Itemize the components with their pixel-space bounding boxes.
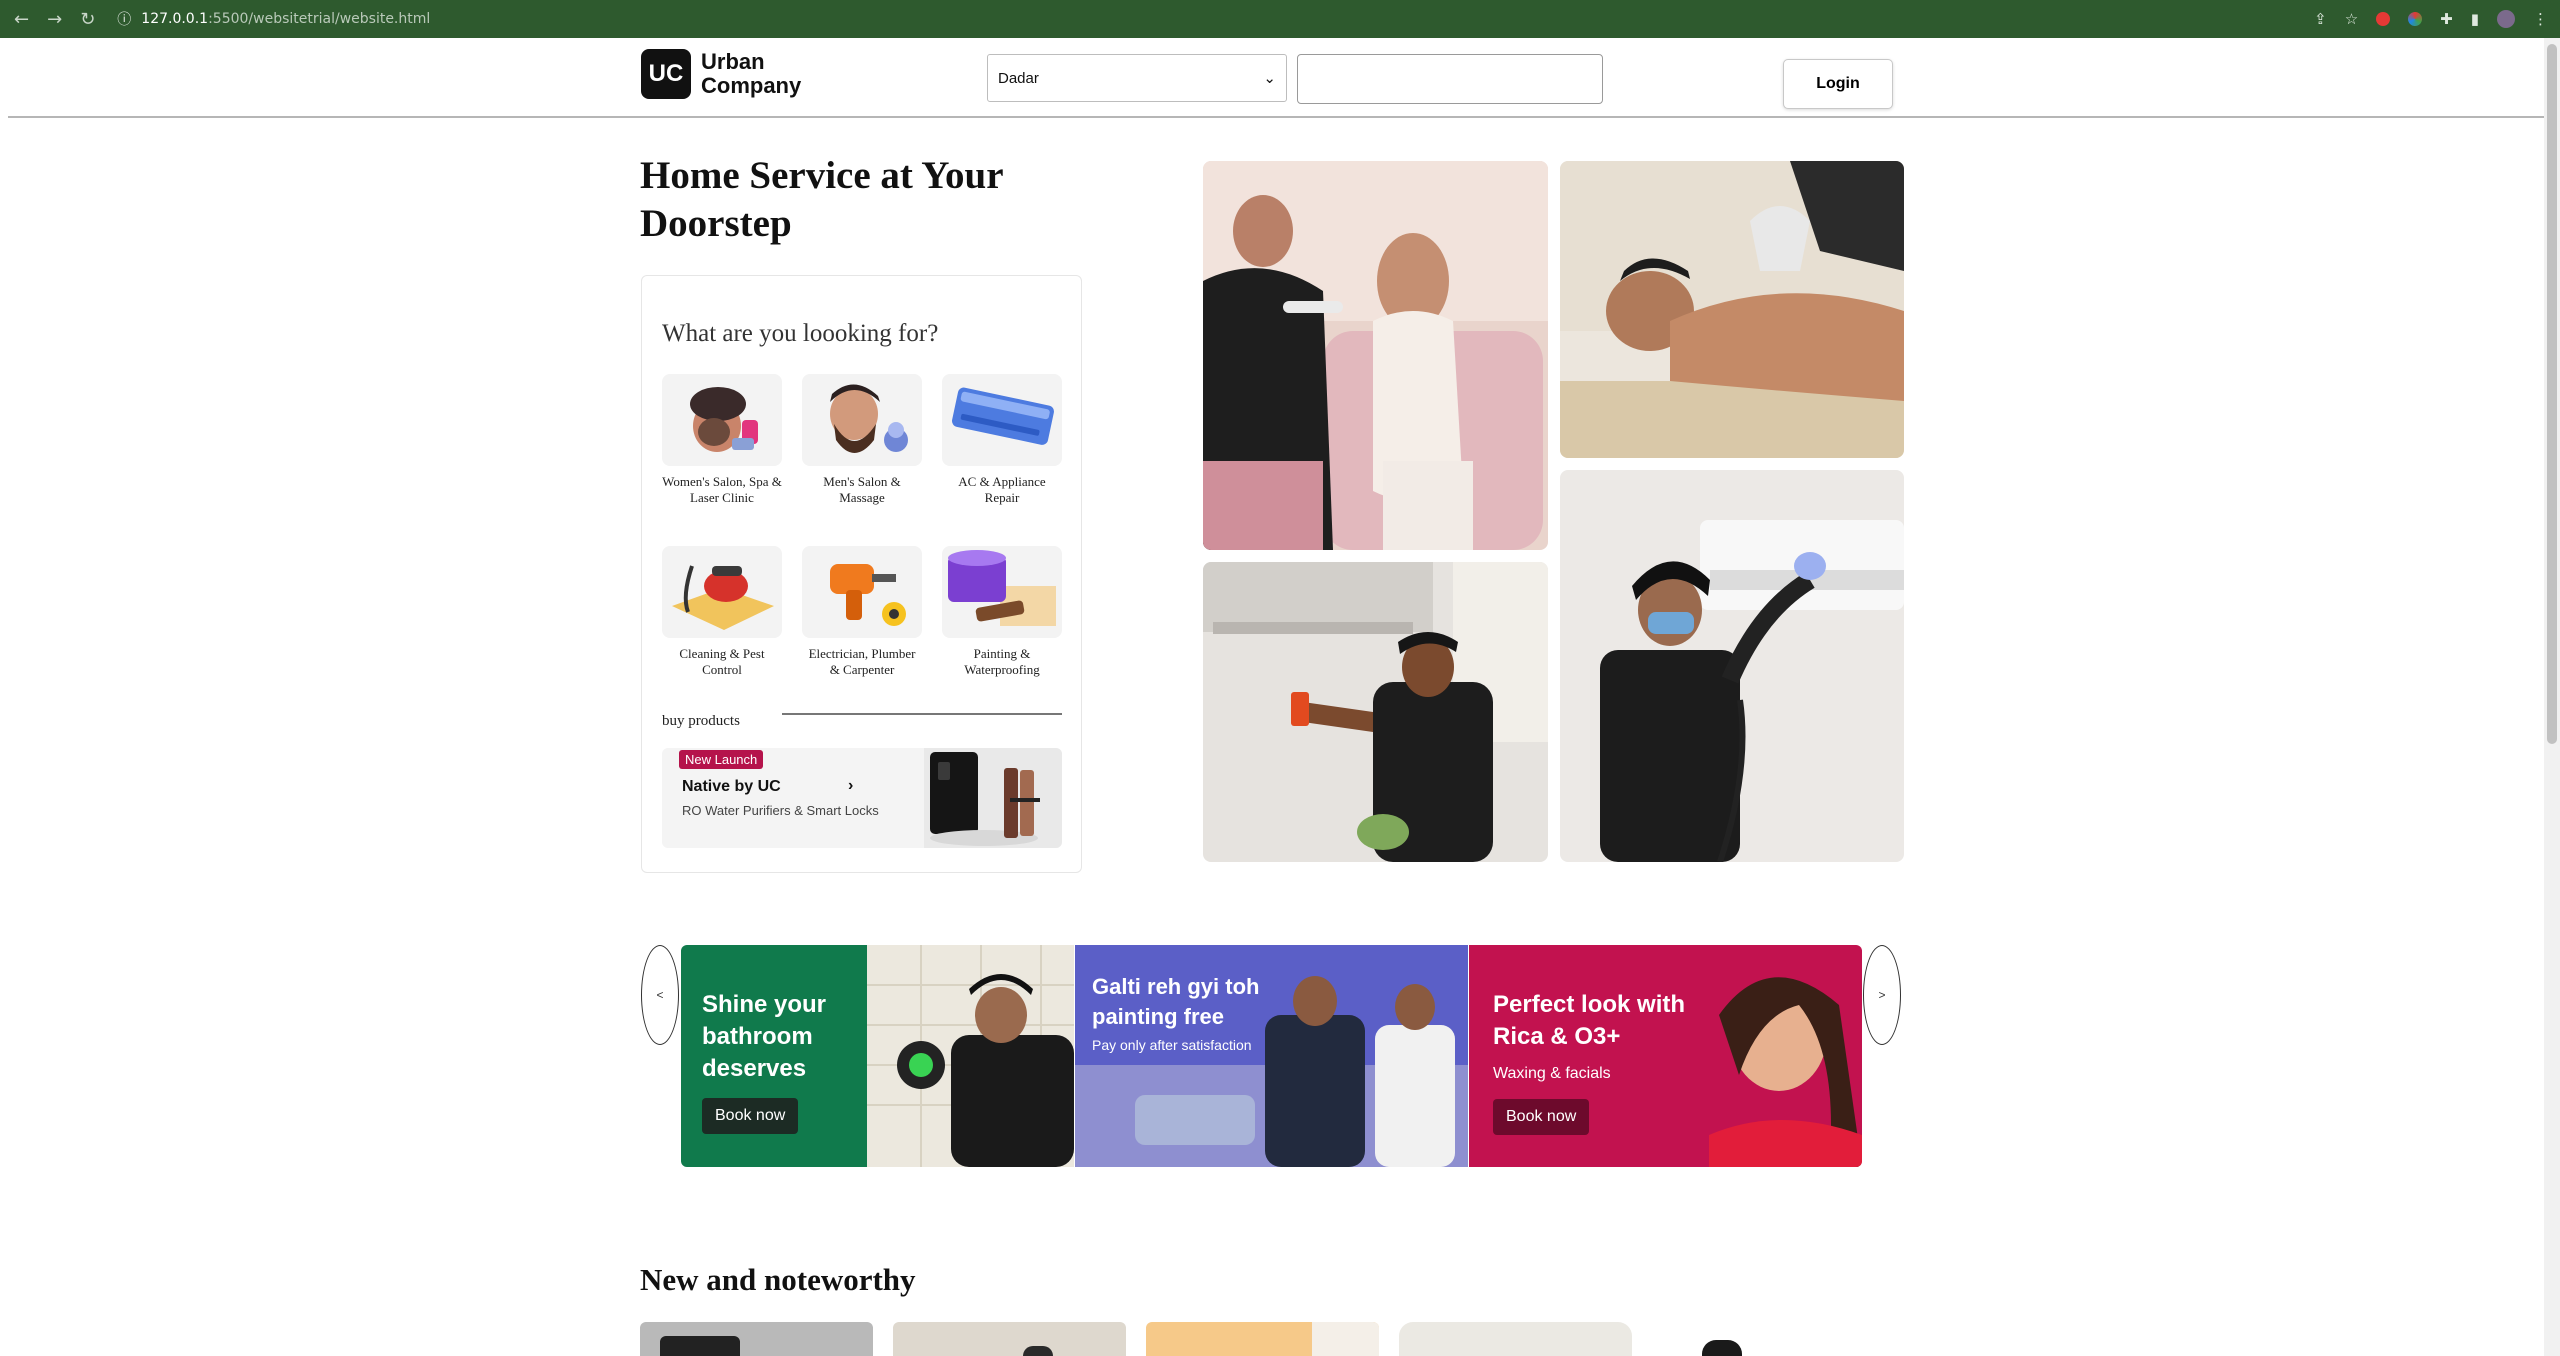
site-header: UC Urban Company Dadar ⌄ Login (0, 38, 2544, 118)
paint-bucket-icon (942, 546, 1062, 638)
browser-actions: ⇪ ☆ ✚ ▮ ⋮ (2314, 0, 2548, 38)
page-title: Home Service at Your Doorstep (640, 154, 1003, 245)
address-bar[interactable]: ⓘ 127.0.0.1:5500/websitetrial/website.ht… (117, 9, 430, 29)
browser-nav: ← → ↻ (14, 9, 95, 30)
hero-image-salon (1203, 161, 1548, 550)
service-cleaning[interactable]: Cleaning & Pest Control (662, 546, 782, 678)
carousel-prev-button[interactable]: < (641, 945, 679, 1045)
service-finder-card: What are you loooking for? Women's Salon… (641, 275, 1082, 873)
url-path: :5500/websitetrial/website.html (208, 11, 431, 27)
logo[interactable]: UC Urban Company (641, 49, 801, 99)
extension-color-icon[interactable] (2408, 12, 2423, 26)
service-label: Women's Salon, Spa & Laser Clinic (662, 474, 782, 505)
logo-mark: UC (641, 49, 691, 99)
drill-icon (802, 546, 922, 638)
banner-rica-subtitle: Waxing & facials (1493, 1065, 1611, 1082)
noteworthy-card[interactable] (1399, 1322, 1632, 1356)
buy-products-label: buy products (662, 713, 740, 729)
hero-image-ac-service (1560, 470, 1904, 862)
back-icon[interactable]: ← (14, 9, 29, 30)
url-host: 127.0.0.1 (141, 11, 209, 27)
service-label: Painting & Waterproofing (964, 646, 1040, 677)
noteworthy-card[interactable] (640, 1322, 873, 1356)
city-select-value: Dadar (998, 69, 1039, 87)
banner-bathroom-headline: Shine your bathroom deserves (702, 991, 827, 1082)
avatar[interactable] (2497, 10, 2515, 28)
ac-unit-icon (942, 374, 1062, 466)
service-label: Cleaning & Pest Control (679, 646, 765, 677)
carousel-next-button[interactable]: > (1863, 945, 1901, 1045)
noteworthy-card[interactable] (1146, 1322, 1379, 1356)
browser-toolbar: ← → ↻ ⓘ 127.0.0.1:5500/websitetrial/webs… (0, 0, 2560, 38)
service-label: Men's Salon & Massage (823, 474, 901, 505)
man-beard-icon (802, 374, 922, 466)
section-title-new-and-noteworthy: New and noteworthy (640, 1262, 916, 1297)
woman-facial-icon (662, 374, 782, 466)
service-womens-salon[interactable]: Women's Salon, Spa & Laser Clinic (662, 374, 782, 506)
share-icon[interactable]: ⇪ (2314, 10, 2327, 28)
new-launch-badge: New Launch (679, 750, 764, 769)
login-button[interactable]: Login (1783, 59, 1893, 109)
logo-line-1: Urban (701, 49, 765, 74)
finder-question: What are you loooking for? (662, 320, 939, 347)
service-label: AC & Appliance Repair (958, 474, 1046, 505)
logo-line-2: Company (701, 73, 802, 98)
page-scrollbar[interactable] (2544, 38, 2560, 1356)
sidebar-icon[interactable]: ▮ (2471, 10, 2479, 28)
banner-bathroom[interactable]: Shine your bathroom deserves Book now (681, 945, 1074, 1167)
purifier-lock-image (924, 748, 1062, 848)
search-input[interactable] (1297, 54, 1603, 104)
noteworthy-card[interactable] (893, 1322, 1126, 1356)
chevron-right-icon: › (848, 777, 854, 794)
forward-icon[interactable]: → (47, 9, 62, 30)
banner-rica-headline: Perfect look with Rica & O3+ (1493, 991, 1686, 1050)
native-title: Native by UC (682, 778, 781, 795)
banner-bathroom-book-button[interactable]: Book now (702, 1098, 799, 1134)
service-ac-repair[interactable]: AC & Appliance Repair (942, 374, 1062, 506)
header-divider (8, 116, 2544, 118)
native-subtitle: RO Water Purifiers & Smart Locks (682, 803, 879, 818)
hero-image-carpenter (1203, 562, 1548, 862)
city-select[interactable]: Dadar ⌄ (987, 54, 1287, 102)
buy-products-divider (782, 713, 1062, 715)
noteworthy-card[interactable] (1652, 1322, 1885, 1356)
native-by-uc-card[interactable]: New Launch Native by UC › RO Water Purif… (662, 748, 1062, 848)
chevron-down-icon: ⌄ (1263, 70, 1276, 87)
puzzle-icon[interactable]: ✚ (2440, 10, 2453, 28)
service-label: Electrician, Plumber & Carpenter (808, 646, 916, 677)
banner-painting-subtitle: Pay only after satisfaction (1092, 1037, 1252, 1053)
reload-icon[interactable]: ↻ (80, 9, 95, 30)
banner-rica-book-button[interactable]: Book now (1493, 1099, 1590, 1135)
star-icon[interactable]: ☆ (2345, 10, 2358, 28)
scrollbar-thumb[interactable] (2547, 44, 2557, 744)
banner-painting-headline: Galti reh gyi toh painting free (1092, 974, 1260, 1029)
info-icon[interactable]: ⓘ (117, 9, 131, 29)
banner-painting[interactable]: Galti reh gyi toh painting free Pay only… (1075, 945, 1468, 1167)
service-mens-salon[interactable]: Men's Salon & Massage (802, 374, 922, 506)
extension-red-icon[interactable] (2376, 12, 2391, 26)
vacuum-icon (662, 546, 782, 638)
service-painting[interactable]: Painting & Waterproofing (942, 546, 1062, 678)
logo-wordmark: Urban Company (701, 50, 801, 98)
menu-kebab-icon[interactable]: ⋮ (2533, 10, 2548, 28)
hero-image-massage (1560, 161, 1904, 458)
service-electrician[interactable]: Electrician, Plumber & Carpenter (802, 546, 922, 678)
banner-rica[interactable]: Perfect look with Rica & O3+ Waxing & fa… (1469, 945, 1862, 1167)
